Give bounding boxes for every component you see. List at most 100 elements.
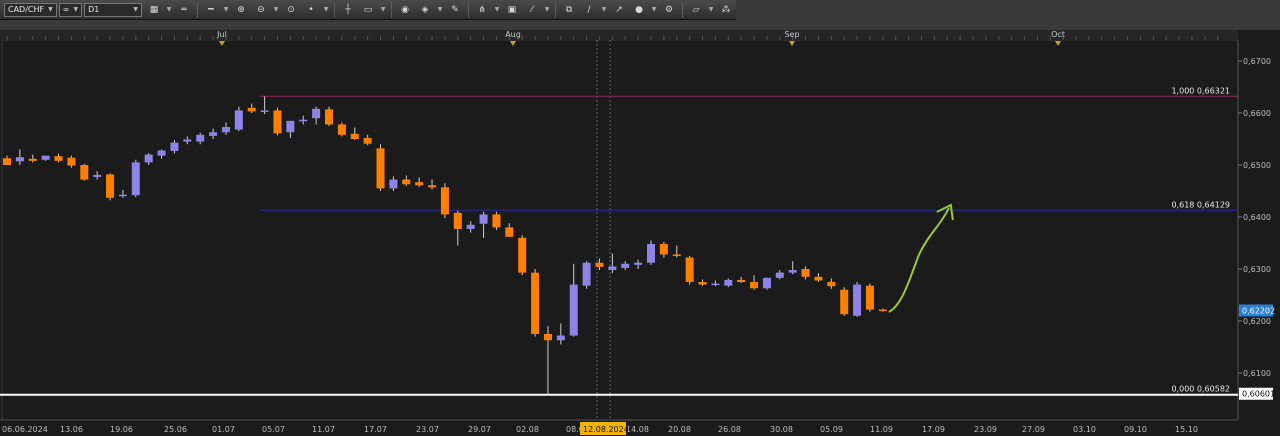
x-tick-label: 23.09 — [974, 425, 997, 434]
candle-body — [15, 157, 24, 162]
candle-body — [479, 214, 488, 224]
month-label: Jul — [216, 30, 227, 39]
candle[interactable] — [582, 261, 591, 289]
candle-body — [569, 284, 578, 336]
candle-body — [234, 110, 243, 130]
candle-body — [685, 257, 694, 282]
candle[interactable] — [376, 144, 385, 191]
candle-body — [647, 244, 655, 263]
x-tick-label: 01.07 — [212, 425, 235, 434]
candle-body — [260, 110, 269, 112]
x-tick-label: 02.08 — [516, 425, 539, 434]
candle[interactable] — [762, 277, 771, 290]
y-tick-label: 0,6300 — [1243, 265, 1271, 274]
candle[interactable] — [80, 163, 89, 181]
y-tick-label: 0,6400 — [1243, 213, 1271, 222]
candle-body — [67, 157, 76, 166]
candle-body — [28, 158, 37, 161]
candle[interactable] — [106, 173, 115, 201]
y-tick-label: 0,6600 — [1243, 109, 1271, 118]
candle-body — [556, 335, 565, 341]
candle-body — [453, 212, 462, 229]
candle[interactable] — [840, 287, 849, 316]
candle-body — [865, 285, 874, 310]
candle-body — [337, 124, 346, 135]
candle-body — [840, 289, 849, 315]
candle-body — [531, 272, 540, 334]
candle-body — [428, 185, 437, 188]
candle-body — [247, 107, 256, 112]
candle-body — [312, 108, 321, 119]
candle-body — [54, 156, 63, 161]
candle-body — [827, 282, 836, 287]
fib-level-label: 0,000 0,60582 — [1171, 385, 1230, 394]
candle-body — [621, 263, 630, 268]
candle-body — [466, 224, 475, 229]
candle-body — [363, 137, 372, 144]
y-tick-label: 0,6100 — [1243, 369, 1271, 378]
candle-body — [750, 282, 759, 289]
x-tick-label: 30.08 — [770, 425, 793, 434]
candle[interactable] — [531, 269, 540, 337]
candle-body — [595, 262, 604, 267]
month-label: Oct — [1051, 30, 1065, 39]
candle-body — [376, 148, 385, 189]
candle-body — [402, 179, 411, 185]
candle-body — [440, 187, 449, 215]
bottom-price-label: 0,60601 — [1242, 390, 1275, 399]
candle[interactable] — [492, 211, 501, 230]
candle-body — [144, 154, 153, 163]
x-tick-label: 03.10 — [1073, 425, 1096, 434]
x-tick-label: 13.06 — [60, 425, 83, 434]
candle-body — [608, 266, 617, 271]
candle-body — [505, 227, 514, 237]
candle[interactable] — [647, 240, 655, 265]
candle[interactable] — [853, 282, 862, 317]
x-tick-label: 23.07 — [416, 425, 439, 434]
candle-body — [543, 334, 552, 341]
candle-body — [492, 214, 501, 228]
candle-body — [634, 262, 643, 265]
candle[interactable] — [234, 106, 243, 132]
candle[interactable] — [518, 235, 527, 276]
candle-body — [273, 110, 282, 134]
highlight-date-label: 12.08.2024 — [583, 425, 629, 434]
x-tick-label: 05.07 — [262, 425, 285, 434]
candle-body — [196, 134, 205, 142]
candle-body — [209, 132, 218, 136]
candle[interactable] — [440, 183, 449, 219]
x-tick-label: 17.09 — [922, 425, 945, 434]
candle[interactable] — [273, 107, 282, 136]
x-tick-label: 20.08 — [668, 425, 691, 434]
candle-body — [814, 276, 823, 281]
candle-body — [698, 282, 707, 285]
candle-body — [118, 194, 127, 197]
candle-body — [93, 174, 102, 177]
candle-body — [41, 155, 50, 160]
candle-body — [672, 254, 681, 256]
x-tick-label: 14.08 — [626, 425, 649, 434]
x-tick-label: 11.07 — [312, 425, 335, 434]
candle[interactable] — [325, 106, 333, 126]
candle-body — [3, 158, 11, 165]
y-tick-label: 0,6200 — [1243, 317, 1271, 326]
candle-body — [415, 182, 424, 186]
price-chart[interactable]: Jul Aug Sep Oct 0,6700 0,6600 0,6500 0,6400 0,63… — [0, 0, 1280, 436]
candle[interactable] — [685, 256, 694, 285]
fib-level-label: 0,618 0,64129 — [1171, 200, 1230, 209]
x-tick-label: 05.09 — [820, 425, 843, 434]
chart-background — [0, 30, 1280, 436]
x-tick-label: 06.06.2024 — [2, 425, 48, 434]
candle[interactable] — [131, 159, 140, 198]
fib-level-label: 1,000 0,66321 — [1171, 86, 1230, 95]
candle[interactable] — [865, 283, 874, 312]
candle-body — [183, 139, 192, 142]
candle-body — [762, 277, 771, 289]
x-tick-label: 26.08 — [718, 425, 741, 434]
candle-body — [389, 179, 398, 189]
candle-body — [878, 309, 887, 312]
candle-body — [801, 269, 810, 277]
candle[interactable] — [337, 122, 346, 137]
candle-body — [724, 279, 733, 286]
candle-body — [582, 262, 591, 286]
